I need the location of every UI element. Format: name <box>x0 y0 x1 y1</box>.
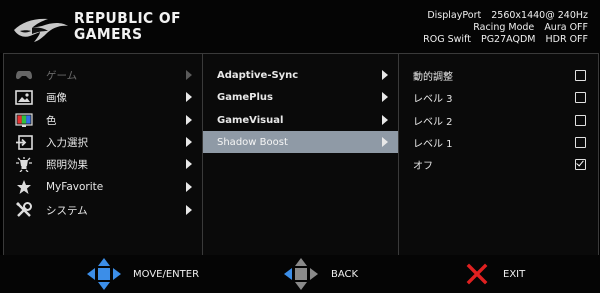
submenu-item-adaptive-sync[interactable]: Adaptive-Sync <box>203 64 398 86</box>
chevron-right-icon <box>382 70 388 80</box>
osd-menu: REPUBLIC OF GAMERS DisplayPort 2560x1440… <box>0 0 600 293</box>
chevron-right-icon <box>186 70 192 80</box>
aura-status: Aura OFF <box>544 22 588 33</box>
hdr-status: HDR OFF <box>545 34 589 45</box>
menu-item-input-select[interactable]: 入力選択 <box>4 131 202 153</box>
checkbox[interactable] <box>575 91 586 103</box>
color-icon <box>14 112 34 128</box>
gamepad-icon <box>14 67 34 83</box>
lighting-icon <box>14 156 34 172</box>
menu-item-myfavorite[interactable]: MyFavorite <box>4 176 202 198</box>
submenu-item-gameplus[interactable]: GamePlus <box>203 86 398 108</box>
submenu-item-label: Shadow Boost <box>217 136 288 148</box>
option-level-2[interactable]: レベル 2 <box>399 109 598 131</box>
image-icon <box>14 89 34 105</box>
submenu-item-gamevisual[interactable]: GameVisual <box>203 109 398 131</box>
back-hint: BACK <box>283 255 358 293</box>
dpad-back-icon <box>284 258 318 290</box>
checkbox[interactable] <box>575 114 586 126</box>
menu-item-label: 色 <box>46 114 57 127</box>
star-icon <box>14 179 34 195</box>
menu-item-game[interactable]: ゲーム <box>4 64 202 86</box>
option-label: レベル 2 <box>413 116 453 128</box>
chevron-right-icon <box>186 137 192 147</box>
submenu-item-label: Adaptive-Sync <box>217 69 299 81</box>
tools-icon <box>14 202 34 218</box>
chevron-right-icon <box>186 205 192 215</box>
menu-item-system[interactable]: システム <box>4 199 202 221</box>
menu-item-label: システム <box>46 204 88 217</box>
option-label: レベル 3 <box>413 93 453 105</box>
sub-menu-panel: Adaptive-Sync GamePlus GameVisual Shadow… <box>202 53 399 256</box>
option-label: オフ <box>413 160 433 172</box>
option-level-1[interactable]: レベル 1 <box>399 131 598 153</box>
option-dynamic[interactable]: 動的調整 <box>399 64 598 86</box>
options-panel: 動的調整 レベル 3 レベル 2 レベル 1 オフ <box>398 53 599 256</box>
brand-name: REPUBLIC OF GAMERS <box>74 10 181 42</box>
brand-line-1: REPUBLIC OF <box>74 9 181 27</box>
menu-item-lighting[interactable]: 照明効果 <box>4 153 202 175</box>
exit-hint: EXIT <box>466 255 525 293</box>
footer-bar: MOVE/ENTER BACK EXIT <box>0 255 600 293</box>
chevron-right-icon <box>186 182 192 192</box>
resolution: 2560x1440@ 240Hz <box>491 10 588 21</box>
chevron-right-icon <box>382 137 388 147</box>
model-prefix: ROG Swift <box>423 34 471 45</box>
exit-label: EXIT <box>503 268 526 280</box>
menu-item-label: 照明効果 <box>46 158 88 171</box>
menu-item-image[interactable]: 画像 <box>4 86 202 108</box>
menu-item-label: MyFavorite <box>46 181 104 193</box>
option-label: 動的調整 <box>413 71 453 83</box>
checkbox[interactable] <box>575 69 586 81</box>
chevron-right-icon <box>382 92 388 102</box>
close-icon <box>466 263 488 285</box>
option-label: レベル 1 <box>413 138 453 150</box>
chevron-right-icon <box>186 115 192 125</box>
main-menu-panel: ゲーム 画像 色 入力選択 照明効果 MyFavorite システム <box>3 53 203 256</box>
input-select-icon <box>14 134 34 150</box>
header-bar: REPUBLIC OF GAMERS DisplayPort 2560x1440… <box>0 0 600 53</box>
game-mode: Racing Mode <box>473 22 535 33</box>
brand-line-2: GAMERS <box>74 25 143 43</box>
rog-logo-icon <box>14 18 68 42</box>
chevron-right-icon <box>186 159 192 169</box>
model-name: PG27AQDM <box>480 34 536 45</box>
back-label: BACK <box>331 268 359 280</box>
input-source: DisplayPort <box>427 10 482 21</box>
move-enter-hint: MOVE/ENTER <box>86 255 199 293</box>
move-enter-label: MOVE/ENTER <box>133 268 200 280</box>
chevron-right-icon <box>382 115 388 125</box>
menu-item-label: 入力選択 <box>46 136 88 149</box>
submenu-item-label: GameVisual <box>217 114 284 126</box>
checkbox[interactable] <box>575 136 586 148</box>
option-off[interactable]: オフ <box>399 153 598 175</box>
menu-item-color[interactable]: 色 <box>4 109 202 131</box>
submenu-item-label: GamePlus <box>217 91 273 103</box>
submenu-item-shadow-boost[interactable]: Shadow Boost <box>203 131 398 153</box>
chevron-right-icon <box>186 92 192 102</box>
option-level-3[interactable]: レベル 3 <box>399 86 598 108</box>
status-info: DisplayPort 2560x1440@ 240Hz Racing Mode… <box>416 10 588 46</box>
dpad-move-icon <box>87 258 121 290</box>
menu-item-label: ゲーム <box>46 69 78 82</box>
checkbox-checked[interactable] <box>575 158 586 170</box>
menu-item-label: 画像 <box>46 91 67 104</box>
